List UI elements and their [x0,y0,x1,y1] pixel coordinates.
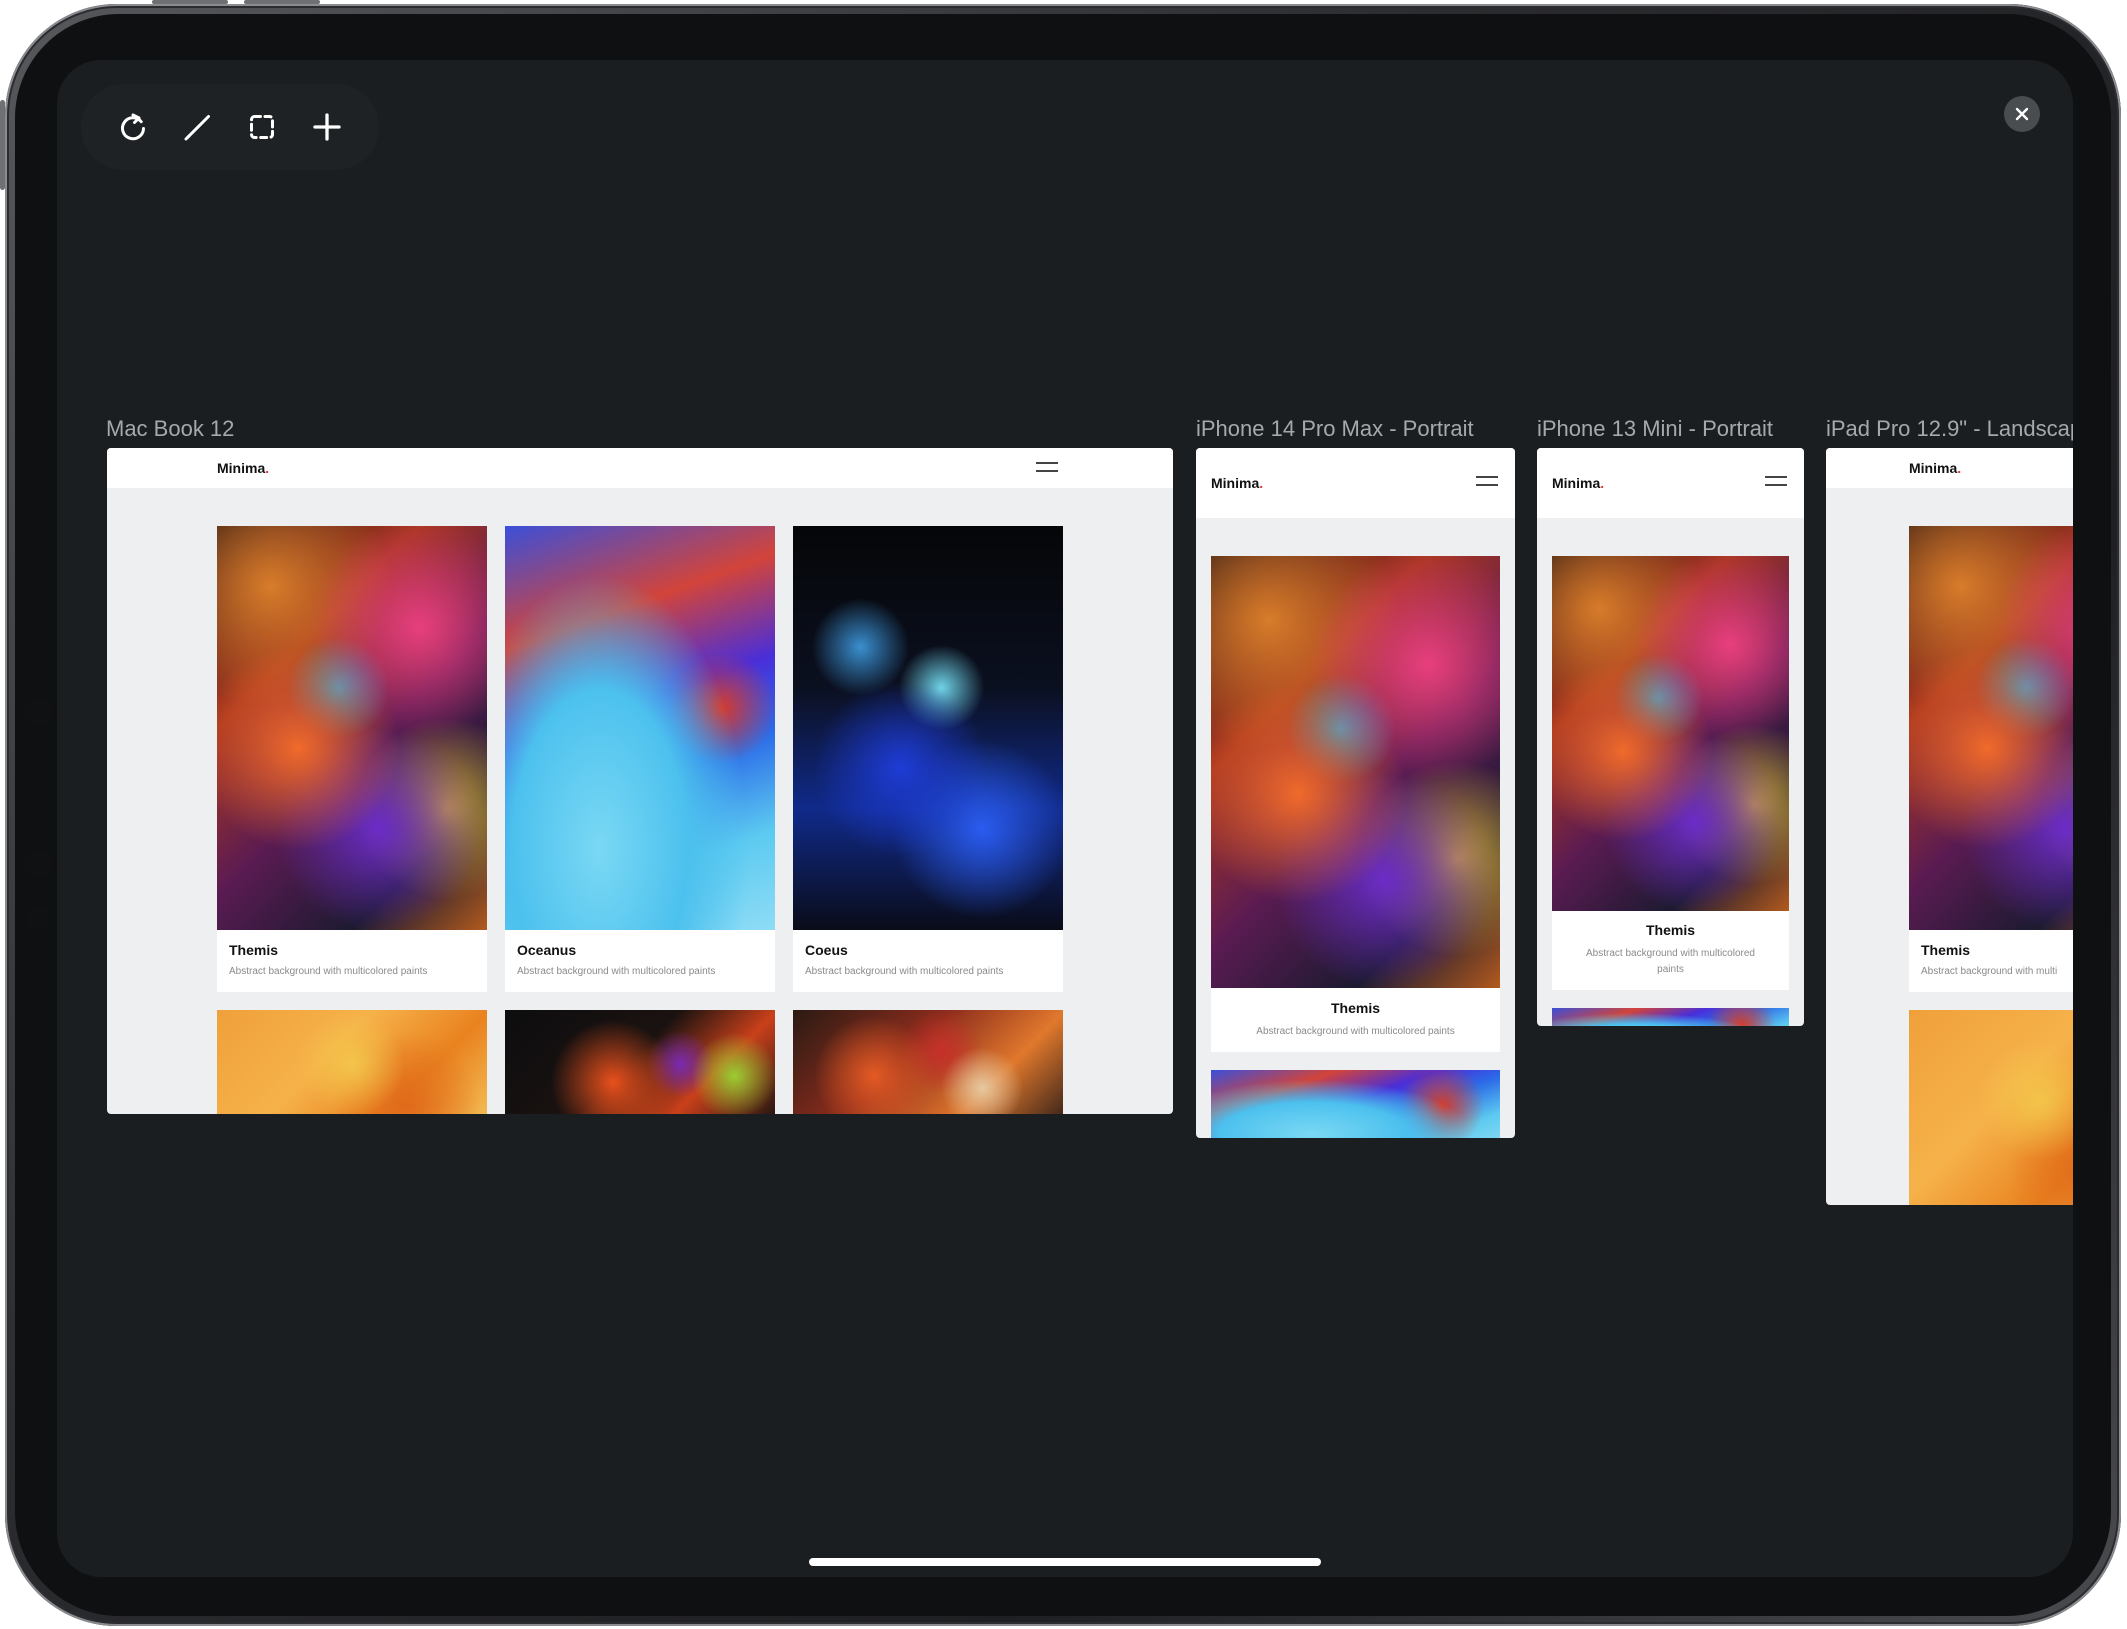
card-description: Abstract background with multicolored pa… [517,966,716,977]
close-icon [2015,107,2029,121]
site-logo[interactable]: Minima. [1552,475,1604,491]
card-oceanus[interactable] [1211,1070,1500,1138]
card-image [1909,526,2073,930]
card-row2-1[interactable] [217,1010,487,1114]
logo-text: Minima [217,460,266,476]
panel-title-macbook: Mac Book 12 [106,416,235,441]
menu-icon[interactable] [1476,476,1498,486]
panel-title-iphone14: iPhone 14 Pro Max - Portrait [1196,416,1474,441]
site-header: Minima. [107,448,1173,488]
close-button[interactable] [2004,96,2040,132]
reload-button[interactable] [106,100,160,154]
site-logo[interactable]: Minima. [1909,460,1961,476]
card-row2-3[interactable] [793,1010,1063,1114]
card-image [1909,1010,2073,1205]
card-title: Themis [1330,1000,1380,1016]
logo-text: Minima [1211,475,1260,491]
card-image [217,526,487,930]
reload-icon [121,113,146,141]
menu-icon[interactable] [1765,476,1787,486]
site-logo[interactable]: Minima. [217,460,269,476]
card-coeus[interactable]: Coeus Abstract background with multicolo… [793,526,1063,992]
home-indicator[interactable] [809,1558,1321,1566]
sensor-dot-3 [24,850,52,878]
logo-dot: . [1259,475,1264,491]
card-row2-1[interactable] [1909,1010,2073,1205]
card-oceanus[interactable]: Oceanus Abstract background with multico… [505,526,775,992]
card-description-line-1: Abstract background with multicolored [1586,948,1755,959]
card-image [793,526,1063,930]
card-description: Abstract background with multicolored pa… [805,966,1004,977]
top-button-1 [152,0,228,4]
card-themis[interactable]: Themis Abstract background with multicol… [1552,556,1789,990]
logo-text: Minima [1909,460,1958,476]
logo-text: Minima [1552,475,1601,491]
sensor-dot-2 [35,762,41,768]
card-image [1211,1070,1500,1138]
side-button [0,100,5,190]
card-description: Abstract background with multicolored pa… [1256,1026,1455,1037]
card-title: Themis [229,942,279,958]
selection-icon [250,115,275,139]
card-row2-2[interactable] [505,1010,775,1114]
card-image [793,1010,1063,1114]
card-image [1552,556,1789,911]
card-description: Abstract background with multicolored pa… [1552,946,1789,978]
panel-title-iphone13: iPhone 13 Mini - Portrait [1537,416,1773,441]
card-image [505,1010,775,1114]
card-description: Abstract background with multi [1921,966,2058,977]
site-logo[interactable]: Minima. [1211,475,1263,491]
device-screen: Mac Book 12 Minima. Themis Abstract back… [57,60,2073,1577]
card-themis[interactable]: Themis Abstract background with multicol… [217,526,487,992]
site-header: Minima. [1537,448,1804,518]
card-oceanus[interactable] [1552,1008,1789,1026]
site-header: Minima. [1826,448,2073,488]
top-button-2 [244,0,320,4]
menu-icon[interactable] [1036,462,1058,472]
panel-title-ipad: iPad Pro 12.9" - Landscap [1826,416,2073,441]
preview-ipad[interactable]: Minima. Themis Abstract background with … [1826,448,2073,1205]
preview-iphone14[interactable]: Minima. Themis Abstract background with … [1196,448,1515,1138]
site-header: Minima. [1196,448,1515,518]
sensor-dot-4 [26,906,50,930]
pencil-icon [184,115,210,141]
logo-dot: . [1957,460,1962,476]
pencil-button[interactable] [171,100,225,154]
logo-dot: . [265,460,270,476]
card-themis[interactable]: Themis Abstract background with multicol… [1211,556,1500,1052]
preview-macbook[interactable]: Minima. Themis Abstract background with … [107,448,1173,1114]
card-image [217,1010,487,1114]
card-title: Themis [1645,922,1695,938]
plus-icon [313,113,341,141]
preview-iphone13[interactable]: Minima. Themis Abstract background with … [1537,448,1804,1026]
card-image [1552,1008,1789,1026]
add-button[interactable] [300,100,354,154]
card-title: Coeus [805,942,848,958]
card-themis[interactable]: Themis Abstract background with multi [1909,526,2073,992]
card-description: Abstract background with multicolored pa… [229,966,428,977]
card-title: Themis [1921,942,1971,958]
card-title: Oceanus [517,942,577,958]
logo-dot: . [1600,475,1605,491]
selection-button[interactable] [235,100,289,154]
card-image [1211,556,1500,988]
sensor-dot-1 [24,698,52,726]
toolbar [81,84,379,170]
card-image [505,526,775,930]
card-description-line-2: paints [1657,964,1684,975]
